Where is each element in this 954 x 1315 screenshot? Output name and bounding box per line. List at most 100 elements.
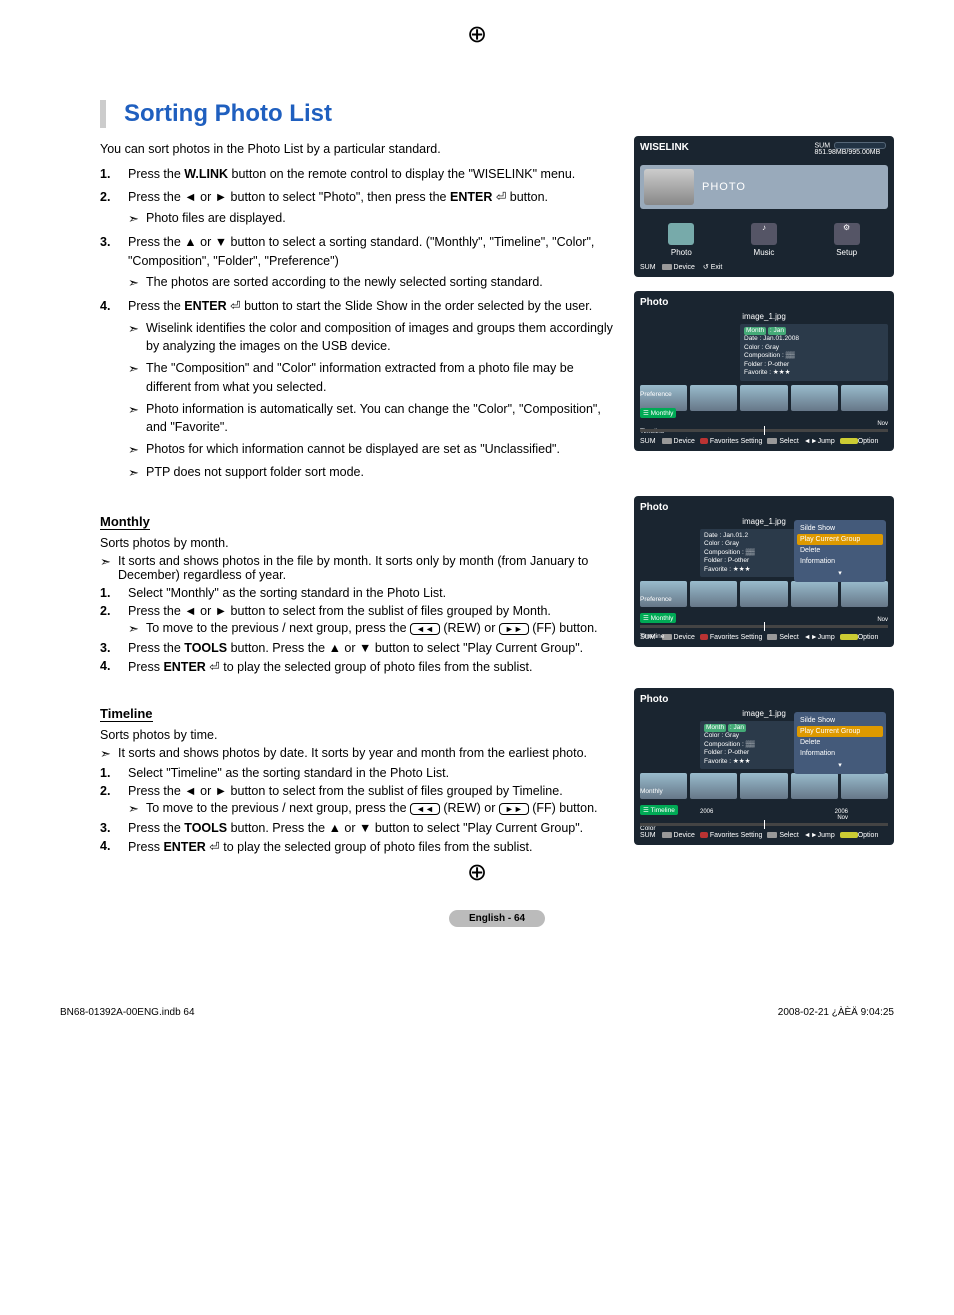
step-number: 3.	[100, 233, 128, 293]
step-body: Select "Monthly" as the sorting standard…	[128, 586, 614, 600]
step-body: Press the W.LINK button on the remote co…	[128, 165, 614, 184]
rew-button-icon: ◄◄	[410, 803, 440, 815]
note-arrow: ➣	[128, 463, 146, 483]
menu-delete[interactable]: Delete	[797, 545, 883, 556]
shot-footer-ops: SUM Device Favorites Setting Select ◄►Ju…	[640, 832, 888, 839]
side-tab-monthly[interactable]: ☰ Monthly	[640, 408, 676, 418]
menu-play-current-group[interactable]: Play Current Group	[797, 534, 883, 545]
timeline-track[interactable]	[640, 429, 888, 432]
shot-title: Photo	[640, 297, 888, 308]
step-body: Select "Timeline" as the sorting standar…	[128, 766, 614, 780]
menu-play-current-group[interactable]: Play Current Group	[797, 726, 883, 737]
thumbnail[interactable]	[841, 581, 888, 607]
thumbnail[interactable]	[740, 385, 787, 411]
note-arrow: ➣	[128, 319, 146, 357]
note-arrow: ➣	[128, 440, 146, 460]
timeline-year-left: 2006	[700, 809, 713, 821]
monthly-label: Monthly	[100, 514, 150, 530]
thumbnail-row	[640, 385, 888, 411]
monthly-screenshot: Photo image_1.jpg Silde Show Play Curren…	[634, 496, 894, 647]
shot-title: Photo	[640, 502, 888, 513]
note-arrow: ➣	[128, 400, 146, 438]
menu-down-icon: ▾	[797, 759, 883, 771]
menu-information[interactable]: Information	[797, 748, 883, 759]
note-arrow: ➣	[100, 554, 118, 582]
music-icon: ♪	[751, 223, 777, 245]
ff-button-icon: ►►	[499, 623, 529, 635]
thumbnail[interactable]	[791, 385, 838, 411]
step-body: Press the ENTER ⏎ button to start the Sl…	[128, 297, 614, 482]
page-number: English - 64	[449, 910, 545, 927]
side-tab-preference[interactable]: Preference	[640, 596, 676, 603]
current-file: image_1.jpg	[640, 312, 888, 321]
step-body: Press the TOOLS button. Press the ▲ or ▼…	[128, 821, 614, 835]
note-text: To move to the previous / next group, pr…	[146, 801, 598, 817]
thumbnail[interactable]	[791, 581, 838, 607]
photo-sort-screenshot: Photo image_1.jpg Month : Jan Date : Jan…	[634, 291, 894, 451]
step-body: Press the TOOLS button. Press the ▲ or ▼…	[128, 641, 614, 655]
menu-information[interactable]: Information	[797, 556, 883, 567]
thumbnail[interactable]	[690, 773, 737, 799]
context-menu: Silde Show Play Current Group Delete Inf…	[794, 520, 886, 582]
note-arrow: ➣	[128, 621, 146, 637]
step-number: 4.	[100, 659, 128, 674]
menu-delete[interactable]: Delete	[797, 737, 883, 748]
intro-text: You can sort photos in the Photo List by…	[100, 140, 614, 159]
step-body: Press the ◄ or ► button to select from t…	[128, 604, 614, 637]
note-text: The photos are sorted according to the n…	[146, 273, 543, 293]
note-arrow: ➣	[128, 273, 146, 293]
timeline-track[interactable]	[640, 625, 888, 628]
thumbnail[interactable]	[740, 773, 787, 799]
photo-metadata: Month : Jan Color : Gray Composition : ▒…	[700, 721, 808, 769]
thumbnail[interactable]	[841, 773, 888, 799]
shot-footer-ops: SUM Device Favorites Setting Select ◄►Ju…	[640, 634, 888, 641]
thumbnail-row	[640, 581, 888, 607]
note-text: Photos for which information cannot be d…	[146, 440, 560, 460]
thumbnail[interactable]	[690, 581, 737, 607]
step-number: 2.	[100, 188, 128, 229]
note-arrow: ➣	[100, 746, 118, 762]
note-text: It sorts and shows photos by date. It so…	[118, 746, 587, 762]
step-body: Press the ◄ or ► button to select from t…	[128, 784, 614, 817]
step-number: 3.	[100, 641, 128, 655]
ff-button-icon: ►►	[499, 803, 529, 815]
wiselink-screenshot: WISELINK SUM 851.98MB/995.00MB PHOTO Pho…	[634, 136, 894, 277]
side-tab-timeline[interactable]: Timeline	[640, 633, 676, 640]
step-number: 2.	[100, 784, 128, 817]
thumbnail[interactable]	[740, 581, 787, 607]
nav-setup[interactable]: ⚙Setup	[834, 223, 860, 257]
step-number: 1.	[100, 766, 128, 780]
note-text: Photo files are displayed.	[146, 209, 286, 229]
nav-photo[interactable]: Photo	[668, 223, 694, 257]
shot-footer-ops: SUM Device Favorites Setting Select ◄►Ju…	[640, 438, 888, 445]
side-tab-monthly[interactable]: ☰ Monthly	[640, 613, 676, 623]
photo-thumbnail	[644, 169, 694, 205]
step-number: 1.	[100, 586, 128, 600]
main-steps-list: 1. Press the W.LINK button on the remote…	[100, 165, 614, 482]
timeline-track[interactable]	[640, 823, 888, 826]
side-tab-preference[interactable]: Preference	[640, 391, 676, 398]
thumbnail[interactable]	[690, 385, 737, 411]
step-body: Press the ▲ or ▼ button to select a sort…	[128, 233, 614, 293]
page-title: Sorting Photo List	[124, 100, 894, 128]
step-number: 2.	[100, 604, 128, 637]
side-tab-monthly[interactable]: Monthly	[640, 788, 678, 795]
note-arrow: ➣	[128, 801, 146, 817]
note-text: It sorts and shows photos in the file by…	[118, 554, 614, 582]
note-arrow: ➣	[128, 209, 146, 229]
menu-slide-show[interactable]: Silde Show	[797, 523, 883, 534]
shot-title: Photo	[640, 694, 888, 705]
nav-music[interactable]: ♪Music	[751, 223, 777, 257]
timeline-screenshot: Photo image_1.jpg Silde Show Play Curren…	[634, 688, 894, 845]
menu-slide-show[interactable]: Silde Show	[797, 715, 883, 726]
doc-id-left: BN68-01392A-00ENG.indb 64	[60, 1007, 195, 1018]
storage-readout: SUM 851.98MB/995.00MB	[814, 142, 886, 156]
rew-button-icon: ◄◄	[410, 623, 440, 635]
thumbnail[interactable]	[841, 385, 888, 411]
monthly-intro: Sorts photos by month.	[100, 536, 614, 550]
step-body: Press ENTER ⏎ to play the selected group…	[128, 659, 614, 674]
thumbnail[interactable]	[791, 773, 838, 799]
note-text: Wiselink identifies the color and compos…	[146, 319, 614, 357]
note-text: The "Composition" and "Color" informatio…	[146, 359, 614, 397]
side-tab-timeline[interactable]: ☰ Timeline	[640, 805, 678, 815]
